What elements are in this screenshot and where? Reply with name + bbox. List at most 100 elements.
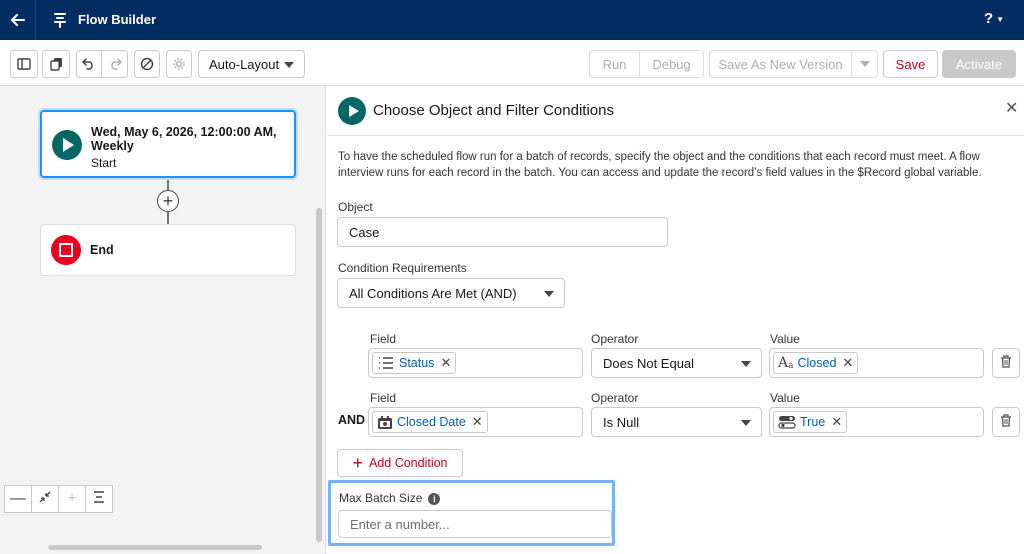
save-options-menu[interactable]: [851, 50, 878, 78]
plus-icon: +: [162, 191, 174, 211]
zoom-out-button[interactable]: —: [4, 485, 32, 513]
remove-icon[interactable]: ✕: [831, 414, 842, 430]
value-pill-label: Closed: [797, 356, 837, 370]
debug-button[interactable]: Debug: [639, 50, 704, 78]
max-batch-size-label-text: Max Batch Size: [339, 491, 423, 505]
operator-value: Does Not Equal: [603, 355, 695, 371]
operator-value: Is Null: [603, 414, 640, 430]
zoom-controls: — +: [4, 485, 113, 513]
field-pill: Closed Date ✕: [372, 411, 488, 433]
app-header: Flow Builder ? ▼: [0, 0, 1024, 40]
field-input[interactable]: Status ✕: [368, 348, 583, 378]
panel-header: Choose Object and Filter Conditions ✕: [327, 86, 1024, 136]
arrow-left-icon: [10, 10, 25, 31]
chevron-down-icon: [741, 420, 751, 426]
minus-icon: —: [10, 490, 26, 507]
align-center-icon: [93, 490, 105, 508]
start-node-title: Wed, May 6, 2026, 12:00:00 AM, Weekly: [91, 125, 277, 153]
panel-left-icon: [17, 58, 31, 70]
connector-line: [167, 180, 169, 190]
errors-button[interactable]: [134, 50, 160, 78]
horizontal-scrollbar[interactable]: [48, 545, 262, 550]
date-icon: [377, 415, 393, 430]
condition-requirements-label: Condition Requirements: [338, 261, 467, 275]
value-pill: Aa Closed ✕: [773, 352, 859, 374]
operator-select[interactable]: Does Not Equal: [591, 348, 762, 378]
layout-select-value: Auto-Layout: [209, 56, 280, 72]
stop-icon: [51, 235, 81, 265]
value-input[interactable]: True ✕: [769, 407, 984, 437]
chevron-down-icon: [741, 361, 751, 367]
vertical-scrollbar[interactable]: [316, 208, 322, 542]
connector-line: [167, 212, 169, 224]
object-label: Object: [338, 200, 373, 214]
close-icon[interactable]: ✕: [1005, 98, 1018, 118]
chevron-down-icon: [544, 291, 554, 297]
info-icon[interactable]: i: [428, 492, 441, 505]
ban-icon: [140, 57, 154, 71]
play-icon: [52, 130, 82, 160]
panel-title: Choose Object and Filter Conditions: [373, 102, 614, 119]
field-label: Field: [370, 391, 397, 405]
delete-condition-button[interactable]: [992, 407, 1020, 437]
object-input[interactable]: Case: [337, 217, 668, 247]
center-view-button[interactable]: [85, 485, 113, 513]
activate-button[interactable]: Activate: [942, 50, 1016, 78]
redo-button[interactable]: [101, 50, 128, 78]
settings-button[interactable]: [166, 50, 192, 78]
back-button[interactable]: [0, 0, 36, 40]
zoom-in-button[interactable]: +: [58, 485, 86, 513]
gear-icon: [172, 57, 186, 71]
flow-icon: [52, 11, 68, 32]
help-icon: ?: [984, 10, 994, 27]
save-as-new-version-button[interactable]: Save As New Version: [709, 50, 852, 78]
run-button[interactable]: Run: [589, 50, 640, 78]
max-batch-size-input[interactable]: Enter a number...: [338, 510, 612, 538]
value-pill: True ✕: [773, 411, 848, 433]
plus-icon: +: [67, 490, 77, 507]
end-node[interactable]: End: [40, 224, 296, 276]
end-node-title: End: [90, 243, 114, 257]
add-element-button[interactable]: +: [157, 190, 179, 212]
flow-canvas[interactable]: Wed, May 6, 2026, 12:00:00 AM, Weekly St…: [0, 86, 326, 554]
value-label: Value: [770, 391, 800, 405]
play-icon: [338, 97, 366, 125]
toggle-toolbox-button[interactable]: [10, 50, 38, 78]
fit-view-button[interactable]: [31, 485, 59, 513]
help-menu[interactable]: ? ▼: [984, 10, 1004, 27]
trash-icon: [1000, 355, 1012, 371]
operator-select[interactable]: Is Null: [591, 407, 762, 437]
start-node-subtitle: Start: [91, 156, 117, 170]
field-input[interactable]: Closed Date ✕: [368, 407, 583, 437]
field-label: Field: [370, 332, 397, 346]
value-label: Value: [770, 332, 800, 346]
save-button[interactable]: Save: [883, 50, 938, 78]
value-pill-label: True: [800, 415, 826, 429]
condition-requirements-select[interactable]: All Conditions Are Met (AND): [337, 278, 565, 308]
app-title: Flow Builder: [78, 12, 156, 27]
value-input[interactable]: Aa Closed ✕: [769, 348, 984, 378]
delete-condition-button[interactable]: [992, 348, 1020, 378]
chevron-down-icon: ▼: [996, 14, 1005, 24]
properties-panel: Choose Object and Filter Conditions ✕ To…: [327, 86, 1024, 554]
condition-requirements-value: All Conditions Are Met (AND): [349, 285, 517, 301]
operator-label: Operator: [591, 391, 639, 405]
redo-icon: [108, 58, 122, 70]
paste-button[interactable]: [42, 50, 70, 78]
layout-select[interactable]: Auto-Layout: [198, 50, 305, 78]
remove-icon[interactable]: ✕: [440, 355, 451, 371]
max-batch-size-label: Max Batch Size i: [339, 491, 441, 505]
add-condition-button[interactable]: + Add Condition: [337, 449, 463, 477]
object-value: Case: [349, 224, 380, 240]
plus-icon: +: [352, 452, 363, 473]
operator-label: Operator: [591, 332, 639, 346]
undo-button[interactable]: [76, 50, 102, 78]
remove-icon[interactable]: ✕: [842, 355, 853, 371]
chevron-down-icon: [859, 61, 870, 67]
clipboard-icon: [49, 57, 63, 71]
field-pill-label: Closed Date: [397, 415, 466, 429]
remove-icon[interactable]: ✕: [472, 414, 483, 430]
max-batch-size-section: Max Batch Size i Enter a number...: [328, 480, 615, 546]
max-batch-size-placeholder: Enter a number...: [350, 516, 450, 532]
start-node[interactable]: Wed, May 6, 2026, 12:00:00 AM, Weekly St…: [40, 110, 296, 178]
